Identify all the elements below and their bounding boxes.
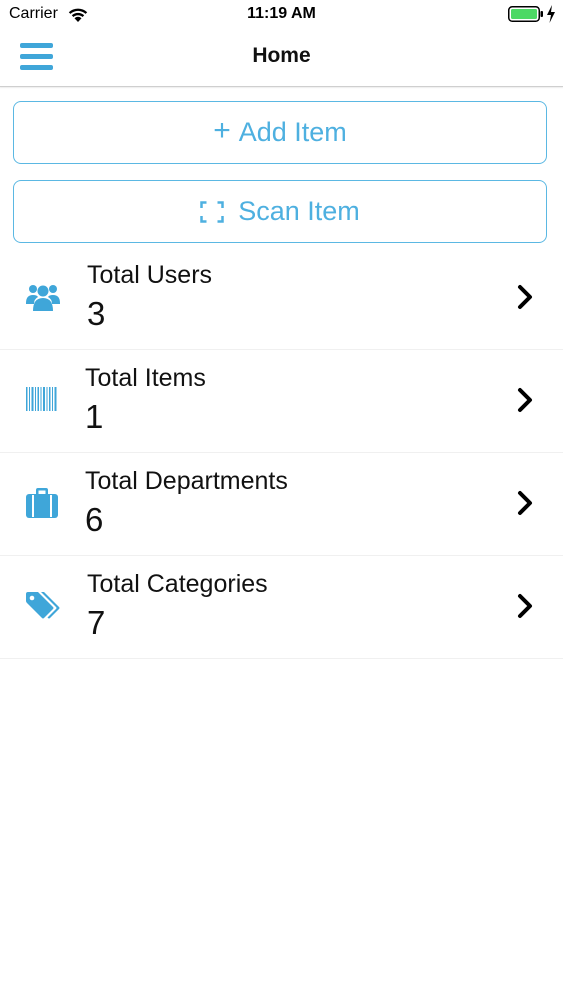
stat-row-categories[interactable]: Total Categories 7 xyxy=(0,556,563,659)
chevron-right-icon xyxy=(518,388,532,412)
briefcase-icon xyxy=(26,488,58,518)
charging-bolt-icon xyxy=(547,5,555,23)
status-bar: Carrier 11:19 AM xyxy=(0,0,563,30)
stat-row-departments[interactable]: Total Departments 6 xyxy=(0,453,563,556)
home-screen: Carrier 11:19 AM Home + Add Item Scan It… xyxy=(0,0,563,1000)
chevron-right-icon xyxy=(518,594,532,618)
stat-label-departments: Total Departments xyxy=(85,467,288,495)
battery-icon xyxy=(508,6,543,22)
stat-value-users: 3 xyxy=(87,295,106,332)
tags-icon xyxy=(26,592,60,619)
scan-frame-icon xyxy=(200,200,224,223)
stat-row-items[interactable]: Total Items 1 xyxy=(0,350,563,453)
stat-row-users[interactable]: Total Users 3 xyxy=(0,247,563,350)
barcode-icon xyxy=(26,387,57,411)
stat-value-items: 1 xyxy=(85,398,104,435)
add-item-button[interactable]: + Add Item xyxy=(13,101,547,164)
page-title: Home xyxy=(252,44,311,67)
add-item-label: Add Item xyxy=(238,117,347,147)
stat-label-users: Total Users xyxy=(87,261,213,289)
scan-item-label: Scan Item xyxy=(238,196,360,226)
clock: 11:19 AM xyxy=(247,5,316,22)
scan-item-button[interactable]: Scan Item xyxy=(13,180,547,243)
chevron-right-icon xyxy=(518,491,532,515)
stat-value-categories: 7 xyxy=(87,604,106,641)
users-icon xyxy=(26,285,60,311)
chevron-right-icon xyxy=(518,285,532,309)
stat-value-departments: 6 xyxy=(85,501,104,538)
stat-label-items: Total Items xyxy=(85,364,206,392)
navigation-bar: Home xyxy=(0,30,563,87)
plus-icon: + xyxy=(213,113,231,147)
stat-label-categories: Total Categories xyxy=(87,570,268,598)
